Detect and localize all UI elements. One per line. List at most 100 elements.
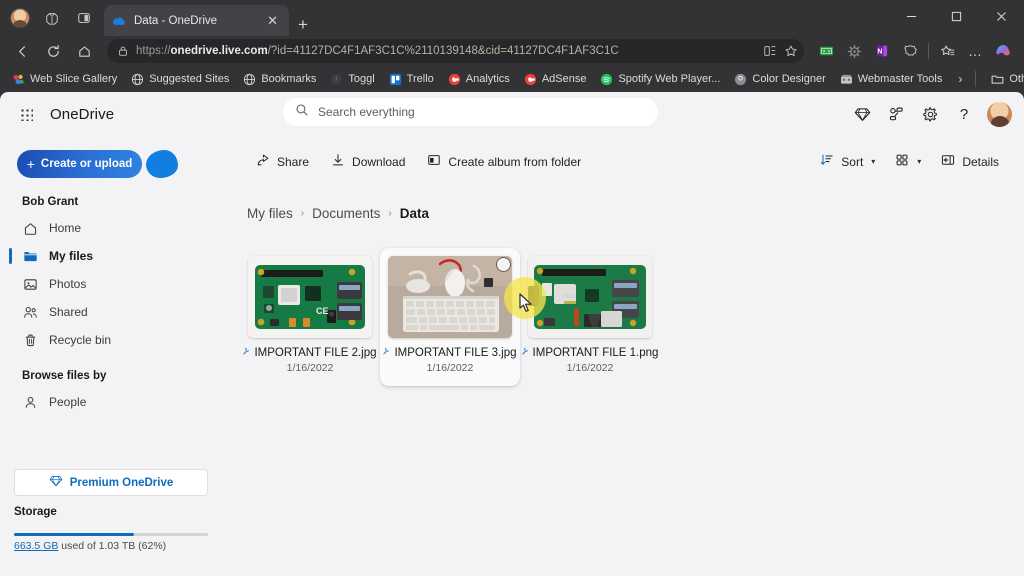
maximize-button[interactable]: [934, 0, 979, 32]
sidebar-item-home[interactable]: Home: [0, 214, 222, 242]
refresh-icon[interactable]: [39, 38, 67, 64]
close-button[interactable]: [979, 0, 1024, 32]
bookmarks-divider: [975, 71, 977, 87]
tab-title: Data - OneDrive: [134, 14, 218, 27]
bookmark-item[interactable]: Bookmarks: [237, 70, 322, 89]
shared-indicator-icon: [383, 347, 392, 359]
bookmark-item[interactable]: Toggl: [324, 70, 380, 89]
svg-text:CE: CE: [316, 306, 329, 316]
search-input[interactable]: Search everything: [283, 98, 658, 126]
people-icon: [22, 304, 38, 320]
storage-bar-track: [14, 533, 208, 536]
sidebar-item-label: Shared: [49, 305, 88, 319]
split-screen-icon[interactable]: [763, 44, 777, 58]
chevron-down-icon: ▾: [917, 157, 922, 166]
bookmark-label: Spotify Web Player...: [618, 73, 721, 85]
gear-icon[interactable]: [915, 99, 945, 129]
sidebar-item-photos[interactable]: Photos: [0, 270, 222, 298]
details-button[interactable]: Details: [932, 148, 1008, 175]
premium-diamond-icon[interactable]: [847, 99, 877, 129]
file-name-text: IMPORTANT FILE 2.jpg: [254, 347, 377, 359]
bookmark-item[interactable]: AdSense: [518, 70, 593, 89]
breadcrumb-item-documents[interactable]: Documents: [312, 206, 380, 221]
view-switcher-button[interactable]: ▾: [886, 148, 930, 175]
my-workflows-icon[interactable]: [881, 99, 911, 129]
bookmark-label: Trello: [406, 73, 434, 85]
file-tile[interactable]: HDMI IMPORTANT FILE 1.png 1/16/2022: [520, 248, 660, 386]
help-icon[interactable]: ?: [949, 99, 979, 129]
toolbar-divider: [928, 43, 929, 59]
file-name: IMPORTANT FILE 3.jpg: [383, 347, 517, 359]
new-tab-button[interactable]: +: [298, 16, 308, 33]
bookmark-item[interactable]: Webmaster Tools: [834, 70, 949, 89]
premium-label: Premium OneDrive: [69, 476, 174, 489]
bookmark-item[interactable]: Color Designer: [728, 70, 831, 89]
tab-actions-icon[interactable]: [70, 5, 98, 31]
browser-essentials-icon[interactable]: [897, 38, 923, 64]
minimize-button[interactable]: [889, 0, 934, 32]
globe-icon: [131, 73, 144, 86]
bookmark-item[interactable]: Suggested Sites: [125, 70, 235, 89]
share-button[interactable]: Share: [247, 148, 318, 175]
browser-tab[interactable]: Data - OneDrive ✕: [104, 5, 289, 36]
file-tile[interactable]: IMPORTANT FILE 3.jpg 1/16/2022: [380, 248, 520, 386]
bookmark-item[interactable]: Trello: [383, 70, 440, 89]
command-bar-right: Sort ▾ ▾ Details: [811, 148, 1008, 175]
home-icon[interactable]: [70, 38, 98, 64]
breadcrumb-item-data[interactable]: Data: [400, 206, 429, 221]
sidebar-item-my-files[interactable]: My files: [0, 242, 222, 270]
download-button[interactable]: Download: [322, 148, 414, 175]
bookmark-item[interactable]: Analytics: [442, 70, 516, 89]
bookmark-item[interactable]: Spotify Web Player...: [594, 70, 726, 89]
create-album-label: Create album from folder: [448, 154, 582, 169]
sidebar-item-label: My files: [49, 249, 94, 263]
settings-extension-icon[interactable]: [841, 38, 867, 64]
file-name: IMPORTANT FILE 2.jpg: [243, 347, 377, 359]
sort-button[interactable]: Sort ▾: [811, 148, 884, 175]
selection-checkbox[interactable]: [496, 257, 511, 272]
other-favourites-label: Other favourites: [1009, 73, 1024, 85]
premium-onedrive-button[interactable]: Premium OneDrive: [14, 469, 208, 496]
browser-window: Data - OneDrive ✕ + https://onedrive.liv…: [0, 0, 1024, 576]
bookmarks-overflow-icon[interactable]: ›: [950, 70, 970, 88]
onenote-extension-icon[interactable]: N: [869, 38, 895, 64]
url-text: https://onedrive.live.com/?id=41127DC4F1…: [136, 45, 619, 57]
avatar[interactable]: [987, 101, 1012, 127]
breadcrumb: My files › Documents › Data: [247, 206, 429, 221]
file-tile[interactable]: CE IMPORTANT FILE 2.jpg 1/16/2022: [240, 248, 380, 386]
file-thumbnail: CE: [248, 256, 372, 338]
star-icon[interactable]: [784, 44, 798, 58]
tiles-view-icon: [895, 153, 909, 170]
sidebar-item-people[interactable]: People: [0, 388, 222, 416]
lock-icon: [117, 45, 129, 57]
shared-indicator-icon: [521, 347, 531, 359]
share-label: Share: [277, 154, 310, 169]
storage-used-rest: used of 1.03 TB (62%): [58, 540, 167, 552]
more-options-icon[interactable]: …: [962, 38, 988, 64]
profile-button[interactable]: [6, 5, 34, 31]
bookmark-item[interactable]: Web Slice Gallery: [6, 70, 123, 89]
breadcrumb-item-my-files[interactable]: My files: [247, 206, 293, 221]
sidebar-item-recycle-bin[interactable]: Recycle bin: [0, 326, 222, 354]
other-favourites-button[interactable]: Other favourites: [985, 70, 1024, 89]
chevron-down-icon: ▾: [871, 157, 876, 166]
sidebar-browse-heading: Browse files by: [22, 370, 107, 382]
file-name-text: IMPORTANT FILE 3.jpg: [394, 347, 517, 359]
back-icon[interactable]: [8, 38, 36, 64]
onedrive-brand[interactable]: OneDrive: [50, 106, 114, 123]
copilot-icon[interactable]: [990, 38, 1016, 64]
app-launcher-icon[interactable]: [12, 100, 40, 128]
color-designer-icon: [734, 73, 747, 86]
bookmark-label: Color Designer: [752, 73, 826, 85]
close-icon[interactable]: ✕: [264, 12, 281, 29]
workspaces-icon[interactable]: [38, 5, 66, 31]
sidebar-item-shared[interactable]: Shared: [0, 298, 222, 326]
storage-used-link[interactable]: 663.5 GB: [14, 540, 58, 552]
file-name: IMPORTANT FILE 1.png: [521, 347, 658, 359]
favorites-icon[interactable]: [934, 38, 960, 64]
create-album-button[interactable]: Create album from folder: [418, 148, 590, 175]
address-bar[interactable]: https://onedrive.live.com/?id=41127DC4F1…: [107, 39, 804, 63]
folder-icon: [991, 73, 1004, 86]
money-extension-icon[interactable]: [813, 38, 839, 64]
tab-strip: Data - OneDrive ✕ +: [0, 0, 1024, 36]
